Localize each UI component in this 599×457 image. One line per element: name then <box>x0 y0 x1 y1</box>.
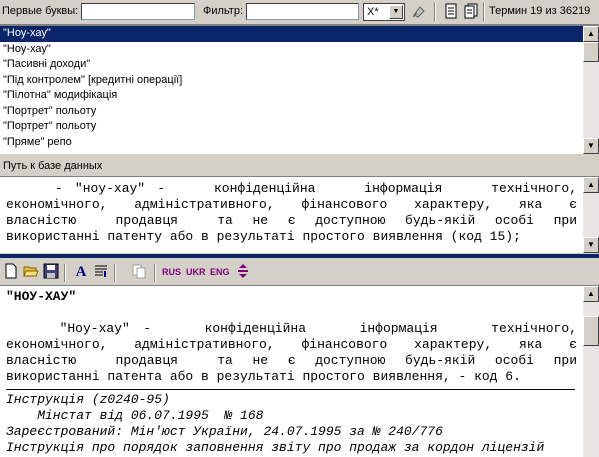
preview-line: економічного, адміністративного, фінансо… <box>6 197 577 212</box>
filter-mode-select[interactable]: X* ▼ <box>363 3 405 21</box>
document-content: "НОУ-ХАУ" "Ноу-хау" - конфіденційна інфо… <box>0 286 583 456</box>
term-counter: Термин 19 из 36219 <box>489 5 591 17</box>
scroll-up-icon[interactable]: ▲ <box>583 26 599 42</box>
documents-icon[interactable] <box>462 3 480 21</box>
preview-line: власністю продавця та не є доступною буд… <box>6 213 577 228</box>
scroll-up-icon[interactable]: ▲ <box>583 177 599 193</box>
split-panes-icon[interactable] <box>234 263 252 281</box>
term-list[interactable]: "Ноу-хау" "Ноу-хау" "Пасивні доходи" "Під к… <box>0 25 599 154</box>
source-line: Інструкція про порядок заповнення звіту … <box>6 440 545 455</box>
search-toolbar: Первые буквы: Фильтр: X* ▼ Термин 19 из … <box>0 0 599 25</box>
database-path-label: Путь к базе данных <box>0 156 599 177</box>
term-list-scrollbar[interactable]: ▲ ▼ <box>583 26 599 154</box>
open-folder-icon[interactable] <box>22 263 40 281</box>
scroll-thumb[interactable] <box>583 42 599 62</box>
definition-preview: - "ноу-хау" - конфіденційна інформація т… <box>0 177 583 253</box>
document-heading: "НОУ-ХАУ" <box>6 289 77 304</box>
new-document-icon[interactable] <box>2 263 20 281</box>
term-items: "Ноу-хау" "Ноу-хау" "Пасивні доходи" "Під к… <box>0 26 599 150</box>
preview-line: використанні патенту або в результаті пр… <box>6 229 521 244</box>
source-line: Інструкція (z0240-95) <box>6 392 170 407</box>
document-line: "Ноу-хау" - конфіденційна інформація тех… <box>6 321 577 336</box>
save-icon[interactable] <box>42 263 60 281</box>
rus-translation-button[interactable]: RUS <box>162 263 181 281</box>
pane-splitter[interactable] <box>0 254 599 258</box>
format-text-icon[interactable] <box>92 263 110 281</box>
source-line: Мінстат від 06.07.1995 № 168 <box>6 408 264 423</box>
copy-icon[interactable] <box>130 263 148 281</box>
chevron-down-icon[interactable]: ▼ <box>389 5 403 19</box>
scroll-down-icon[interactable]: ▼ <box>583 138 599 154</box>
divider <box>6 385 575 390</box>
term-list-item[interactable]: "Ноу-хау" <box>0 26 583 42</box>
document-toolbar: A RUS UKR ENG <box>0 260 599 286</box>
toolbar-separator <box>483 3 485 21</box>
filter-input[interactable] <box>246 3 359 20</box>
filter-mode-value: X* <box>367 6 379 18</box>
filter-label: Фильтр: <box>203 5 244 17</box>
font-icon[interactable]: A <box>72 263 90 281</box>
preview-scrollbar[interactable]: ▲ ▼ <box>583 177 599 253</box>
term-list-item[interactable]: "Пілотна" модифікація <box>0 88 599 104</box>
document-view: "НОУ-ХАУ" "Ноу-хау" - конфіденційна інфо… <box>0 286 583 457</box>
scroll-down-icon[interactable]: ▼ <box>583 237 599 253</box>
document-line: використанні патента або в результаті пр… <box>6 369 521 384</box>
ukr-translation-button[interactable]: UKR <box>186 263 206 281</box>
term-list-item[interactable]: "Під контролем" [кредитні операції] <box>0 73 599 89</box>
toolbar-separator <box>154 264 156 282</box>
toolbar-separator <box>434 3 436 21</box>
eng-translation-button[interactable]: ENG <box>210 263 230 281</box>
term-list-item[interactable]: "Портрет" польоту <box>0 119 599 135</box>
clear-filter-icon[interactable] <box>410 3 428 21</box>
term-list-item[interactable]: "Портрет" польоту <box>0 104 599 120</box>
document-scrollbar[interactable]: ▲ <box>583 286 599 457</box>
toolbar-separator <box>64 264 66 282</box>
source-line: Зареєстрований: Мін'юст України, 24.07.1… <box>6 424 443 439</box>
preview-text: - "ноу-хау" - конфіденційна інформація т… <box>0 177 583 245</box>
scroll-up-icon[interactable]: ▲ <box>583 286 599 302</box>
first-letters-label: Первые буквы: <box>2 5 79 17</box>
term-list-item[interactable]: "Пряме" репо <box>0 135 599 151</box>
toolbar-separator <box>114 264 116 282</box>
scroll-thumb[interactable] <box>583 316 599 346</box>
document-line: власністю продавця та не є доступною буд… <box>6 353 577 368</box>
preview-line: - "ноу-хау" - конфіденційна інформація т… <box>6 181 577 196</box>
first-letters-input[interactable] <box>81 3 195 20</box>
document-line: економічного, адміністративного, фінансо… <box>6 337 577 352</box>
document-icon[interactable] <box>442 3 460 21</box>
term-list-item[interactable]: "Пасивні доходи" <box>0 57 599 73</box>
term-list-item[interactable]: "Ноу-хау" <box>0 42 599 58</box>
